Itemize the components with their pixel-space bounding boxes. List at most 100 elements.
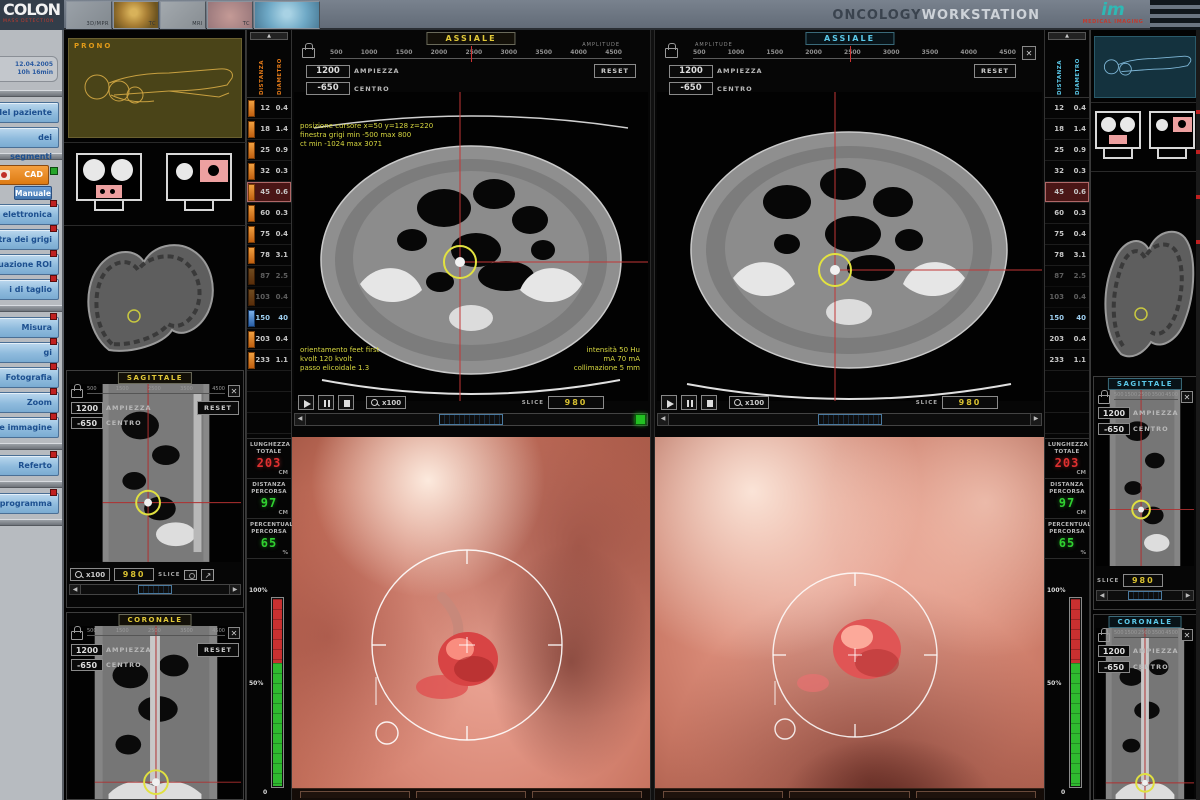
scroll-left-icon[interactable]: ◀	[1097, 591, 1108, 600]
scrollbar-thumb[interactable]	[439, 414, 503, 425]
sidebar-button[interactable]: Zoom	[0, 392, 59, 413]
cad-finding-row[interactable]: 12 0.4	[247, 98, 291, 119]
cad-finding-row[interactable]: 203 0.4	[1045, 329, 1089, 350]
ruler-cursor[interactable]	[850, 46, 851, 62]
view-title-tab[interactable]: CORONALE	[1109, 616, 1182, 628]
slice-scrollbar[interactable]: ◀ ▶	[294, 413, 648, 426]
slice-number-field[interactable]: 980	[1123, 574, 1163, 587]
sidebar-button[interactable]: Misura	[0, 317, 59, 338]
modality-tab-mri[interactable]: MRI	[160, 1, 206, 29]
lock-icon[interactable]	[302, 48, 315, 58]
close-icon[interactable]: ✕	[228, 627, 240, 639]
lock-icon[interactable]	[1098, 633, 1110, 642]
play-button[interactable]	[298, 395, 314, 410]
view-title-tab[interactable]: SAGITTALE	[1108, 378, 1182, 390]
amplitude-ruler[interactable]: 50010001500200025003000350040004500	[330, 49, 622, 59]
pause-button[interactable]	[681, 395, 697, 410]
window-width-field[interactable]: 1200	[71, 402, 103, 414]
colon-map-prone[interactable]	[64, 228, 246, 368]
window-center-field[interactable]: -650	[1098, 661, 1130, 673]
endo-toolbar-slot[interactable]	[916, 791, 1036, 798]
cad-finding-row[interactable]: 25 0.9	[247, 140, 291, 161]
reset-button[interactable]: RESET	[197, 401, 239, 415]
cad-finding-row[interactable]: 150 40	[1045, 308, 1089, 329]
modality-tab-3dmpr[interactable]: 3D/MPR	[66, 1, 112, 29]
cad-finding-row[interactable]: 25 0.9	[1045, 140, 1089, 161]
scroll-right-icon[interactable]: ▶	[1182, 591, 1193, 600]
monitor-layout-2[interactable]	[1149, 111, 1195, 149]
slice-scrollbar[interactable]: ◀ ▶	[69, 584, 241, 595]
scrollbar-thumb[interactable]	[138, 585, 172, 594]
lock-icon[interactable]	[71, 631, 83, 640]
endoscopic-view-right[interactable]	[655, 437, 1044, 800]
lock-icon[interactable]	[1098, 395, 1110, 404]
reset-button[interactable]: RESET	[974, 64, 1016, 78]
window-center-field[interactable]: -650	[1098, 423, 1130, 435]
sidebar-button[interactable]: uazione ROI	[0, 254, 59, 275]
endo-toolbar-slot[interactable]	[663, 791, 783, 798]
cad-finding-row[interactable]: 32 0.3	[1045, 161, 1089, 182]
cad-finding-row[interactable]: 150 40	[247, 308, 291, 329]
cad-finding-row[interactable]: 18 1.4	[1045, 119, 1089, 140]
amplitude-ruler[interactable]: 50010001500200025003000350040004500	[693, 49, 1016, 59]
scrollbar-thumb[interactable]	[1128, 591, 1162, 600]
window-ruler[interactable]: 5001500250035004500	[87, 628, 225, 636]
sidebar-button[interactable]: tra dei grigi	[0, 229, 59, 250]
window-width-field[interactable]: 1200	[669, 65, 713, 78]
window-center-field[interactable]: -650	[306, 82, 350, 95]
close-icon[interactable]: ✕	[228, 385, 240, 397]
cad-finding-row[interactable]: 45 0.6	[247, 182, 291, 203]
view-title-tab[interactable]: ASSIALE	[426, 32, 515, 45]
stop-button[interactable]	[338, 395, 354, 410]
endoscopic-view-left[interactable]	[292, 437, 650, 800]
cad-finding-row[interactable]: 45 0.6	[1045, 182, 1089, 203]
monitor-layout-2[interactable]	[166, 153, 232, 201]
sidebar-button[interactable]: e immagine	[0, 417, 59, 438]
endo-toolbar-slot[interactable]	[789, 791, 909, 798]
scroll-right-icon[interactable]: ▶	[229, 585, 240, 594]
close-icon[interactable]: ✕	[1022, 46, 1036, 60]
close-icon[interactable]: ✕	[1181, 629, 1193, 641]
cad-finding-row[interactable]: 60 0.3	[1045, 203, 1089, 224]
cad-finding-row[interactable]: 60 0.3	[247, 203, 291, 224]
play-button[interactable]	[661, 395, 677, 410]
view-title-tab[interactable]: SAGITTALE	[118, 372, 192, 384]
window-width-field[interactable]: 1200	[71, 644, 103, 656]
scroll-left-icon[interactable]: ◀	[295, 414, 306, 425]
modality-tab-tc[interactable]: TC	[113, 1, 159, 29]
modality-tab-extra[interactable]	[254, 1, 320, 29]
slice-scrollbar[interactable]: ◀ ▶	[1096, 590, 1194, 601]
sidebar-button[interactable]: del paziente	[0, 102, 59, 123]
window-center-field[interactable]: -650	[71, 659, 103, 671]
endo-toolbar-slot[interactable]	[532, 791, 642, 798]
slice-number-field[interactable]: 980	[114, 568, 154, 581]
cad-finding-row[interactable]: 75 0.4	[247, 224, 291, 245]
cad-finding-row[interactable]: 12 0.4	[1045, 98, 1089, 119]
cad-finding-row[interactable]: 18 1.4	[247, 119, 291, 140]
colon-map-supine[interactable]	[1091, 174, 1200, 374]
cad-finding-row[interactable]: 233 1.1	[247, 350, 291, 371]
window-ruler[interactable]: 5001500250035004500	[87, 386, 225, 394]
monitor-layout-1[interactable]	[76, 153, 142, 201]
view-title-tab[interactable]: ASSIALE	[805, 32, 894, 45]
cad-finding-row[interactable]: 78 3.1	[1045, 245, 1089, 266]
modality-tab-tc2[interactable]: TC	[207, 1, 253, 29]
ruler-cursor[interactable]	[471, 46, 472, 62]
window-width-field[interactable]: 1200	[306, 65, 350, 78]
cad-finding-row[interactable]: 75 0.4	[1045, 224, 1089, 245]
scroll-right-icon[interactable]: ▶	[1030, 414, 1041, 425]
zoom-factor-button[interactable]: x100	[366, 396, 406, 409]
window-width-field[interactable]: 1200	[1098, 407, 1130, 419]
reset-button[interactable]: RESET	[594, 64, 636, 78]
scrollbar-thumb[interactable]	[818, 414, 882, 425]
zoom-factor-button[interactable]: x100	[70, 568, 110, 581]
cad-button[interactable]: CAD	[0, 165, 49, 185]
scroll-left-icon[interactable]: ◀	[70, 585, 81, 594]
pause-button[interactable]	[318, 395, 334, 410]
sidebar-button[interactable]: i di taglio	[0, 279, 59, 300]
slice-number-field[interactable]: 980	[942, 396, 998, 409]
sidebar-button[interactable]: dei segmenti	[0, 127, 59, 148]
slice-scrollbar[interactable]: ◀ ▶	[657, 413, 1042, 426]
ct-axial-image[interactable]	[657, 92, 1042, 401]
lock-icon[interactable]	[665, 48, 678, 58]
